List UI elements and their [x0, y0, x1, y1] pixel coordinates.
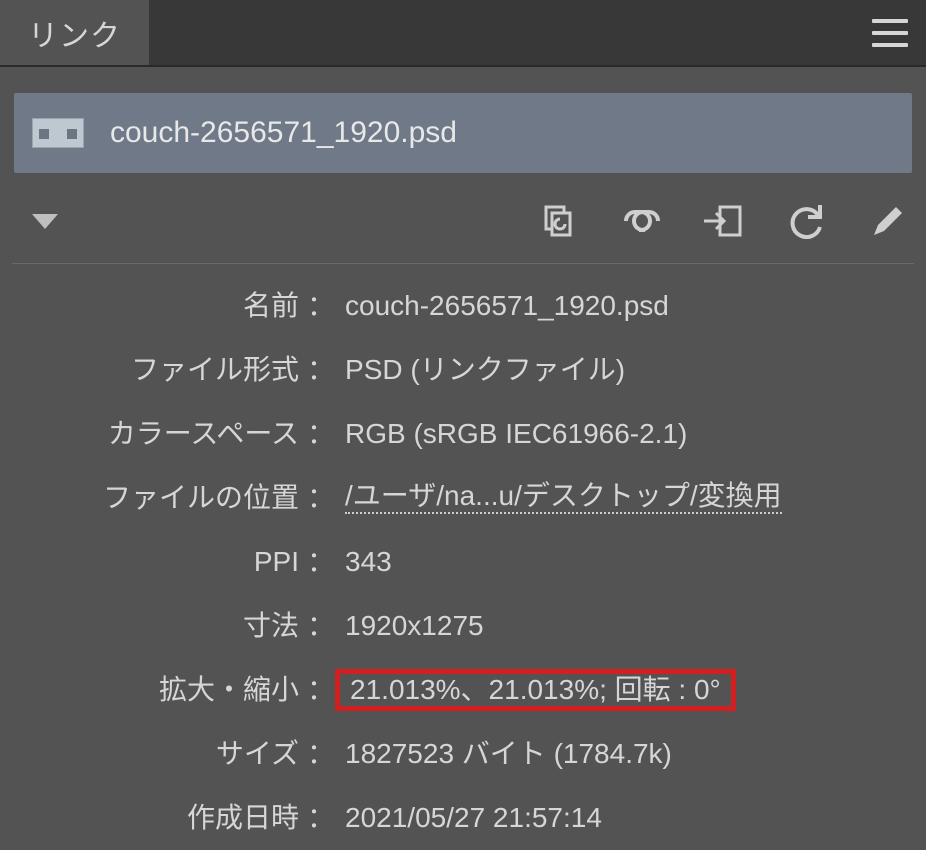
info-ppi-row: PPI ： 343 — [12, 530, 914, 594]
disclosure-triangle-icon[interactable] — [32, 214, 58, 229]
pencil-icon — [870, 203, 906, 239]
info-created-label: 作成日時 — [12, 804, 307, 832]
info-location-label: ファイルの位置 — [12, 484, 307, 512]
chain-link-icon — [620, 206, 664, 236]
info-name-label: 名前 — [12, 292, 307, 320]
info-size-row: サイズ ： 1827523 バイト (1784.7k) — [12, 722, 914, 786]
panel-tabs: リンク — [0, 0, 926, 67]
info-name-value: couch-2656571_1920.psd — [345, 292, 669, 320]
info-colorspace-value: RGB (sRGB IEC61966-2.1) — [345, 420, 687, 448]
tab-links[interactable]: リンク — [0, 0, 149, 65]
go-to-icon — [702, 203, 746, 239]
thumbnail-icon — [32, 118, 84, 148]
edit-original-button[interactable] — [866, 199, 910, 243]
info-scale-row: 拡大・縮小 ： 21.013%、21.013%; 回転 : 0° — [12, 658, 914, 722]
info-format-value: PSD (リンクファイル) — [345, 356, 625, 384]
info-colorspace-row: カラースペース ： RGB (sRGB IEC61966-2.1) — [12, 402, 914, 466]
info-scale-value: 21.013%、21.013%; 回転 : 0° — [350, 674, 721, 705]
info-location-value[interactable]: /ユーザ/na...u/デスクトップ/変換用 — [345, 482, 782, 514]
info-format-row: ファイル形式 ： PSD (リンクファイル) — [12, 338, 914, 402]
scale-highlight: 21.013%、21.013%; 回転 : 0° — [335, 669, 736, 711]
info-created-value: 2021/05/27 21:57:14 — [345, 804, 602, 832]
info-size-label: サイズ — [12, 740, 307, 768]
info-format-label: ファイル形式 — [12, 356, 307, 384]
info-created-row: 作成日時 ： 2021/05/27 21:57:14 — [12, 786, 914, 850]
info-dimensions-label: 寸法 — [12, 612, 307, 640]
go-to-link-button[interactable] — [702, 199, 746, 243]
info-dimensions-value: 1920x1275 — [345, 612, 484, 640]
relink-button[interactable] — [620, 199, 664, 243]
update-link-button[interactable] — [784, 199, 828, 243]
links-list: couch-2656571_1920.psd — [0, 67, 926, 173]
link-toolbar — [16, 199, 910, 243]
info-colorspace-label: カラースペース — [12, 420, 307, 448]
link-info: 名前 ： couch-2656571_1920.psd ファイル形式 ： PSD… — [12, 263, 914, 850]
info-ppi-value: 343 — [345, 548, 392, 576]
link-filename: couch-2656571_1920.psd — [110, 116, 457, 150]
info-name-row: 名前 ： couch-2656571_1920.psd — [12, 274, 914, 338]
relink-cc-icon — [540, 203, 580, 239]
links-panel: リンク couch-2656571_1920.psd — [0, 0, 926, 850]
info-size-value: 1827523 バイト (1784.7k) — [345, 740, 672, 768]
info-scale-label: 拡大・縮小 — [12, 676, 307, 704]
info-location-row: ファイルの位置 ： /ユーザ/na...u/デスクトップ/変換用 — [12, 466, 914, 530]
refresh-icon — [786, 203, 826, 239]
info-ppi-label: PPI — [12, 548, 307, 576]
link-row[interactable]: couch-2656571_1920.psd — [14, 93, 912, 173]
relink-from-cc-button[interactable] — [538, 199, 582, 243]
tab-label: リンク — [28, 11, 121, 55]
panel-menu-button[interactable] — [872, 19, 908, 47]
info-dimensions-row: 寸法 ： 1920x1275 — [12, 594, 914, 658]
